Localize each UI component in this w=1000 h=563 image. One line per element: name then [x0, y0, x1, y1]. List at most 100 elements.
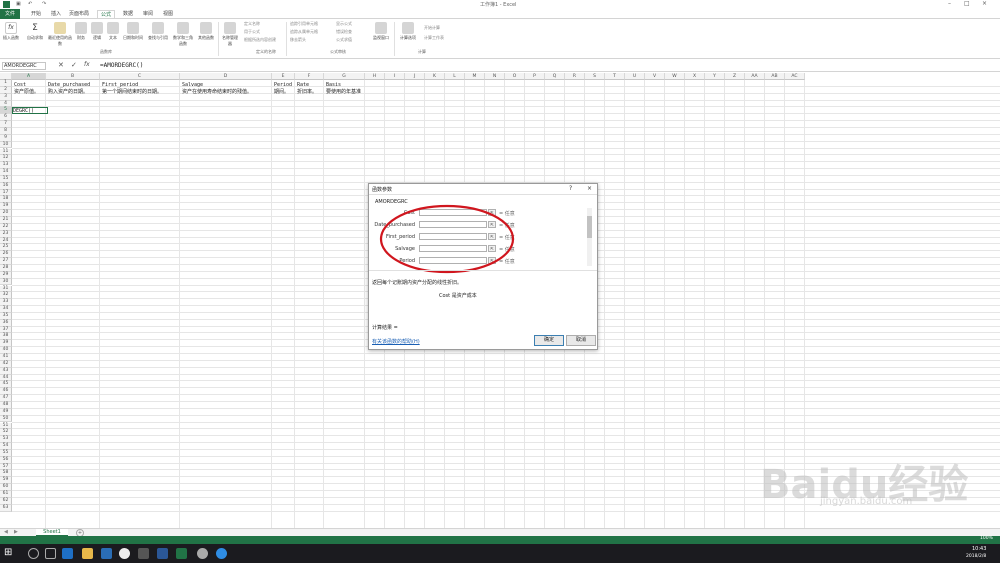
cell-a2[interactable]: 资产原值。 — [14, 88, 39, 95]
scrollbar-thumb[interactable] — [587, 216, 592, 238]
chrome-icon[interactable] — [119, 548, 130, 559]
tab-review[interactable]: 审阅 — [140, 10, 156, 18]
row-header-20[interactable]: 20 — [0, 210, 12, 217]
undo-icon[interactable]: ↶ — [28, 1, 32, 7]
row-header-41[interactable]: 41 — [0, 354, 12, 361]
row-header-22[interactable]: 22 — [0, 223, 12, 231]
row-header-61[interactable]: 61 — [0, 491, 12, 498]
cell-g2[interactable]: 要使用的年基准 — [326, 88, 361, 95]
row-header-30[interactable]: 30 — [0, 278, 12, 286]
cancel-icon[interactable]: ✕ — [58, 61, 64, 69]
row-header-3[interactable]: 3 — [0, 93, 12, 101]
row-header-47[interactable]: 47 — [0, 395, 12, 402]
lookup-button[interactable]: 查找与引用 — [146, 22, 170, 41]
column-header-q[interactable]: Q — [545, 73, 565, 80]
tab-home[interactable]: 开始 — [28, 10, 44, 18]
remove-arrows-button[interactable]: 移去箭头 — [290, 37, 306, 43]
column-header-b[interactable]: B — [46, 73, 100, 80]
create-from-selection-button[interactable]: 根据所选内容创建 — [244, 37, 276, 43]
row-header-27[interactable]: 27 — [0, 258, 12, 265]
row-header-9[interactable]: 9 — [0, 134, 12, 142]
column-header-u[interactable]: U — [625, 73, 645, 80]
column-header-i[interactable]: I — [385, 73, 405, 80]
autosum-button[interactable]: Σ 自动求和 — [24, 22, 46, 41]
column-header-aa[interactable]: AA — [745, 73, 765, 80]
app-icon[interactable] — [138, 548, 149, 559]
next-sheet-icon[interactable]: ▶ — [14, 529, 18, 535]
column-header-f[interactable]: F — [295, 73, 324, 80]
row-header-35[interactable]: 35 — [0, 312, 12, 320]
evaluate-formula-button[interactable]: 公式求值 — [336, 37, 352, 43]
row-header-55[interactable]: 55 — [0, 449, 12, 457]
column-header-x[interactable]: X — [685, 73, 705, 80]
row-header-7[interactable]: 7 — [0, 121, 12, 128]
name-manager-button[interactable]: 名称管理器 — [221, 22, 239, 47]
formula-input[interactable]: =AMORDEGRC() — [100, 62, 143, 69]
column-header-ab[interactable]: AB — [765, 73, 785, 80]
column-header-z[interactable]: Z — [725, 73, 745, 80]
row-header-49[interactable]: 49 — [0, 408, 12, 416]
row-header-34[interactable]: 34 — [0, 306, 12, 313]
row-header-48[interactable]: 48 — [0, 401, 12, 409]
datetime-button[interactable]: 日期和时间 — [121, 22, 145, 41]
use-in-formula-button[interactable]: 用于公式 — [244, 29, 260, 35]
cell-a5[interactable]: DEGRC() — [13, 108, 34, 114]
row-header-60[interactable]: 60 — [0, 484, 12, 491]
tab-data[interactable]: 数据 — [120, 10, 136, 18]
cancel-button[interactable]: 取消 — [566, 335, 596, 346]
file-explorer-icon[interactable] — [82, 548, 93, 559]
column-header-j[interactable]: J — [405, 73, 425, 80]
row-header-56[interactable]: 56 — [0, 456, 12, 464]
dialog-close-icon[interactable]: × — [587, 185, 592, 192]
column-header-a[interactable]: A — [12, 73, 46, 80]
tab-insert[interactable]: 插入 — [48, 10, 64, 18]
cell-d2[interactable]: 资产在使用寿命结束时的残值。 — [182, 88, 252, 95]
search-icon[interactable] — [28, 548, 39, 559]
row-header-8[interactable]: 8 — [0, 127, 12, 135]
task-view-icon[interactable] — [45, 548, 56, 559]
column-header-k[interactable]: K — [425, 73, 445, 80]
column-header-e[interactable]: E — [272, 73, 295, 80]
select-all-corner[interactable] — [0, 73, 12, 80]
column-header-t[interactable]: T — [605, 73, 625, 80]
column-header-v[interactable]: V — [645, 73, 665, 80]
calculate-now-button[interactable]: 开始计算 — [424, 25, 440, 31]
row-header-1[interactable]: 1 — [0, 80, 12, 87]
tab-page-layout[interactable]: 页面布局 — [66, 10, 92, 18]
column-header-r[interactable]: R — [565, 73, 585, 80]
column-header-p[interactable]: P — [525, 73, 545, 80]
enter-icon[interactable]: ✓ — [71, 61, 77, 69]
trace-dependents-button[interactable]: 追踪从属单元格 — [290, 29, 318, 35]
row-header-16[interactable]: 16 — [0, 182, 12, 190]
column-header-ac[interactable]: AC — [785, 73, 805, 80]
tab-formulas[interactable]: 公式 — [97, 10, 116, 18]
text-button[interactable]: 文本 — [106, 22, 120, 41]
maximize-icon[interactable]: □ — [964, 0, 970, 7]
column-header-g[interactable]: G — [324, 73, 365, 80]
financial-button[interactable]: 财务 — [74, 22, 88, 41]
name-box[interactable]: AMORDEGRC — [2, 62, 46, 70]
calculate-sheet-button[interactable]: 计算工作表 — [424, 35, 444, 41]
tab-view[interactable]: 视图 — [160, 10, 176, 18]
column-header-l[interactable]: L — [445, 73, 465, 80]
app-icon[interactable] — [197, 548, 208, 559]
close-icon[interactable]: × — [982, 0, 987, 7]
column-header-o[interactable]: O — [505, 73, 525, 80]
save-icon[interactable]: ▣ — [16, 1, 21, 7]
zoom-level[interactable]: 100% — [980, 536, 993, 541]
minimize-icon[interactable]: – — [948, 0, 951, 7]
recent-functions-button[interactable]: 最近使用的函数 — [48, 22, 72, 47]
ok-button[interactable]: 确定 — [534, 335, 564, 346]
row-header-33[interactable]: 33 — [0, 299, 12, 307]
row-header-13[interactable]: 13 — [0, 162, 12, 170]
row-header-2[interactable]: 2 — [0, 86, 12, 94]
logical-button[interactable]: 逻辑 — [90, 22, 104, 41]
trace-precedents-button[interactable]: 追踪引用单元格 — [290, 21, 318, 27]
column-header-m[interactable]: M — [465, 73, 485, 80]
row-header-43[interactable]: 43 — [0, 367, 12, 375]
help-link[interactable]: 有关该函数的帮助(H) — [372, 338, 420, 345]
cell-b2[interactable]: 购入资产的日期。 — [48, 88, 88, 95]
column-header-c[interactable]: C — [100, 73, 180, 80]
excel-taskbar-icon[interactable] — [176, 548, 187, 559]
row-header-40[interactable]: 40 — [0, 347, 12, 354]
